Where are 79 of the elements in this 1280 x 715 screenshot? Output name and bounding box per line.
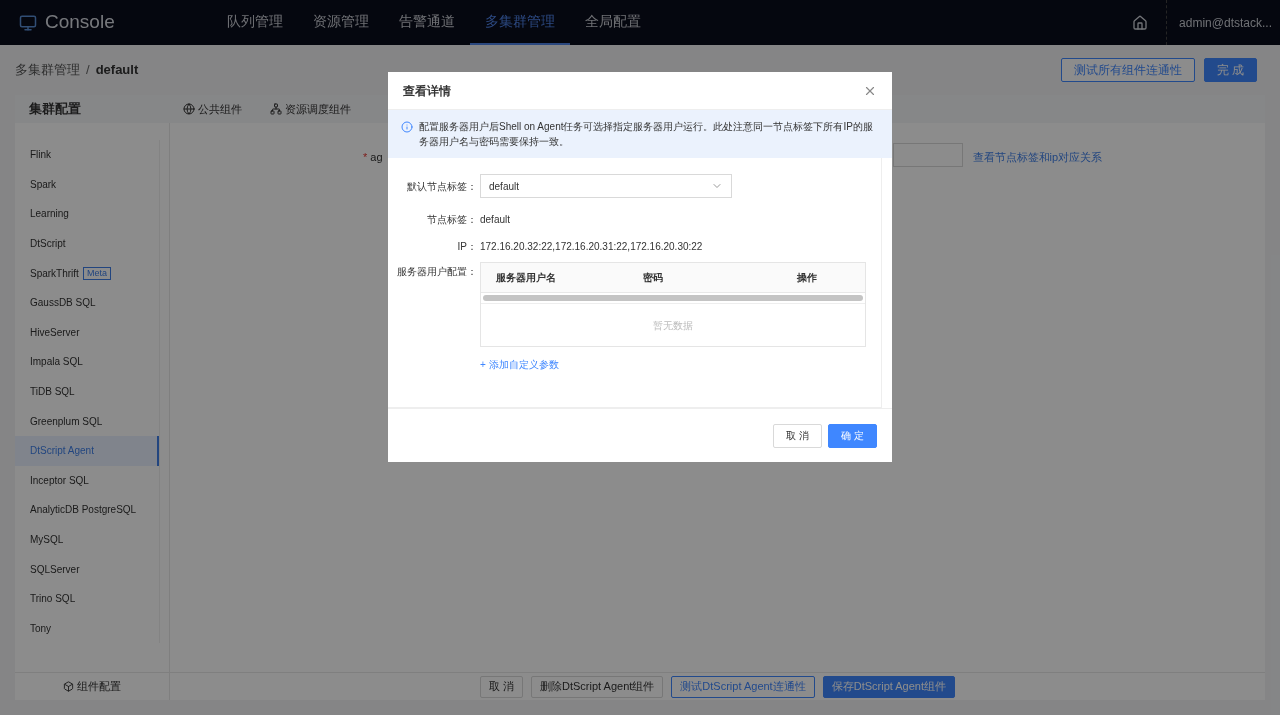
nav-tab[interactable]: 全局配置 xyxy=(570,0,656,45)
sidebar-item[interactable]: Spark xyxy=(15,169,159,200)
sidebar-item[interactable]: GaussDB SQL xyxy=(15,287,159,318)
panel-tab[interactable]: 资源调度组件 xyxy=(270,100,351,118)
breadcrumb-separator: / xyxy=(86,61,90,80)
monitor-icon xyxy=(19,13,37,32)
panel-tab[interactable]: 公共组件 xyxy=(183,100,242,118)
sidebar-item[interactable]: Tony xyxy=(15,613,159,644)
sidebar-item[interactable]: Inceptor SQL xyxy=(15,465,159,496)
footer-button[interactable]: 删除DtScript Agent组件 xyxy=(531,675,664,698)
footer-button[interactable]: 保存DtScript Agent组件 xyxy=(822,675,955,698)
sidebar-item[interactable]: DtScript xyxy=(15,228,159,259)
required-mark: * xyxy=(363,150,368,165)
app-logo: Console xyxy=(45,10,115,35)
sidebar-item-label: AnalyticDB PostgreSQL xyxy=(30,503,137,518)
breadcrumb-current: default xyxy=(95,61,139,80)
globe-icon xyxy=(183,103,195,115)
sidebar-item-label: SparkThrift xyxy=(30,266,79,281)
sidebar-item-label: Spark xyxy=(30,177,57,192)
sidebar-item-label: Flink xyxy=(30,148,52,163)
sidebar-item-label: Impala SQL xyxy=(30,355,83,370)
sidebar-item-label: GaussDB SQL xyxy=(30,296,96,311)
dialog-button[interactable]: 确 定 xyxy=(828,423,877,448)
text-field[interactable] xyxy=(892,143,963,167)
nav-tab[interactable]: 队列管理 xyxy=(212,0,298,45)
sidebar-item[interactable]: MySQL xyxy=(15,524,159,555)
sidebar-item[interactable]: HiveServer xyxy=(15,317,159,348)
alert-text: 配置服务器用户后Shell on Agent任务可选择指定服务器用户运行。此处注意同一节点标签下所有IP的服务器用户名与密码需要保持一致。 xyxy=(419,120,874,149)
sidebar-item[interactable]: Trino SQL xyxy=(15,583,159,614)
sidebar-item-label: DtScript Agent xyxy=(30,444,94,459)
cube-icon xyxy=(63,681,74,692)
nav-tab[interactable]: 告警通道 xyxy=(384,0,470,45)
sidebar-item-label: Learning xyxy=(30,207,69,222)
sidebar-item-label: TiDB SQL xyxy=(30,385,75,400)
sidebar-item-label: Tony xyxy=(30,621,52,636)
scrollbar[interactable] xyxy=(483,295,863,301)
nav-tab[interactable]: 资源管理 xyxy=(298,0,384,45)
tag-value: default xyxy=(480,212,511,227)
toolbar-button[interactable]: 测试所有组件连通性 xyxy=(1060,58,1195,82)
sidebar-footer-label[interactable]: 组件配置 xyxy=(77,678,121,695)
field-label: ag xyxy=(370,150,383,165)
column-header: 服务器用户名 xyxy=(495,271,557,285)
form-label: 默认节点标签： xyxy=(406,179,478,194)
dialog-title: 查看详情 xyxy=(403,82,452,100)
sidebar-item-label: DtScript xyxy=(30,237,66,252)
add-parameter-link[interactable]: + 添加自定义参数 xyxy=(480,357,866,372)
panel-title: 集群配置 xyxy=(28,100,82,119)
column-header: 密码 xyxy=(642,271,664,285)
sidebar-item[interactable]: SQLServer xyxy=(15,554,159,584)
ip-value: 172.16.20.32:22,172.16.20.31:22,172.16.20.30:22 xyxy=(480,239,703,254)
sidebar-item-label: MySQL xyxy=(30,533,64,547)
sidebar-item[interactable]: SparkThrift Meta xyxy=(15,258,159,288)
info-icon xyxy=(401,121,413,133)
sidebar-item-label: Greenplum SQL xyxy=(30,414,103,429)
home-icon[interactable] xyxy=(1132,14,1149,31)
sidebar-item[interactable]: Flink xyxy=(15,140,159,170)
sidebar-item[interactable]: Learning xyxy=(15,199,159,229)
sidebar-item[interactable]: AnalyticDB PostgreSQL xyxy=(15,495,159,525)
sidebar-item[interactable]: Impala SQL xyxy=(15,347,159,377)
column-header: 操作 xyxy=(796,271,817,285)
user-name[interactable]: admin@dtstack... xyxy=(1179,13,1272,32)
footer-button[interactable]: 取 消 xyxy=(479,675,524,698)
meta-tag: Meta xyxy=(82,266,111,280)
form-label: IP： xyxy=(456,239,478,254)
mapping-link[interactable]: 查看节点标签和ip对应关系 xyxy=(972,149,1103,166)
sidebar-item[interactable]: Greenplum SQL xyxy=(15,406,159,436)
form-label: 节点标签： xyxy=(426,212,478,227)
sidebar-item-label: Trino SQL xyxy=(30,592,76,607)
tag-select[interactable]: default xyxy=(480,174,732,198)
toolbar-button[interactable]: 完 成 xyxy=(1203,58,1257,82)
sidebar-item[interactable]: TiDB SQL xyxy=(15,376,159,407)
sidebar-item-label: HiveServer xyxy=(30,325,80,340)
sidebar-item-label: Inceptor SQL xyxy=(30,473,89,488)
network-icon xyxy=(270,103,282,115)
dialog-button[interactable]: 取 消 xyxy=(773,423,823,448)
sidebar-item-label: SQLServer xyxy=(30,562,80,577)
form-label: 服务器用户配置： xyxy=(396,265,478,279)
footer-button[interactable]: 测试DtScript Agent连通性 xyxy=(671,675,815,698)
breadcrumb-link[interactable]: 多集群管理 xyxy=(15,60,80,80)
